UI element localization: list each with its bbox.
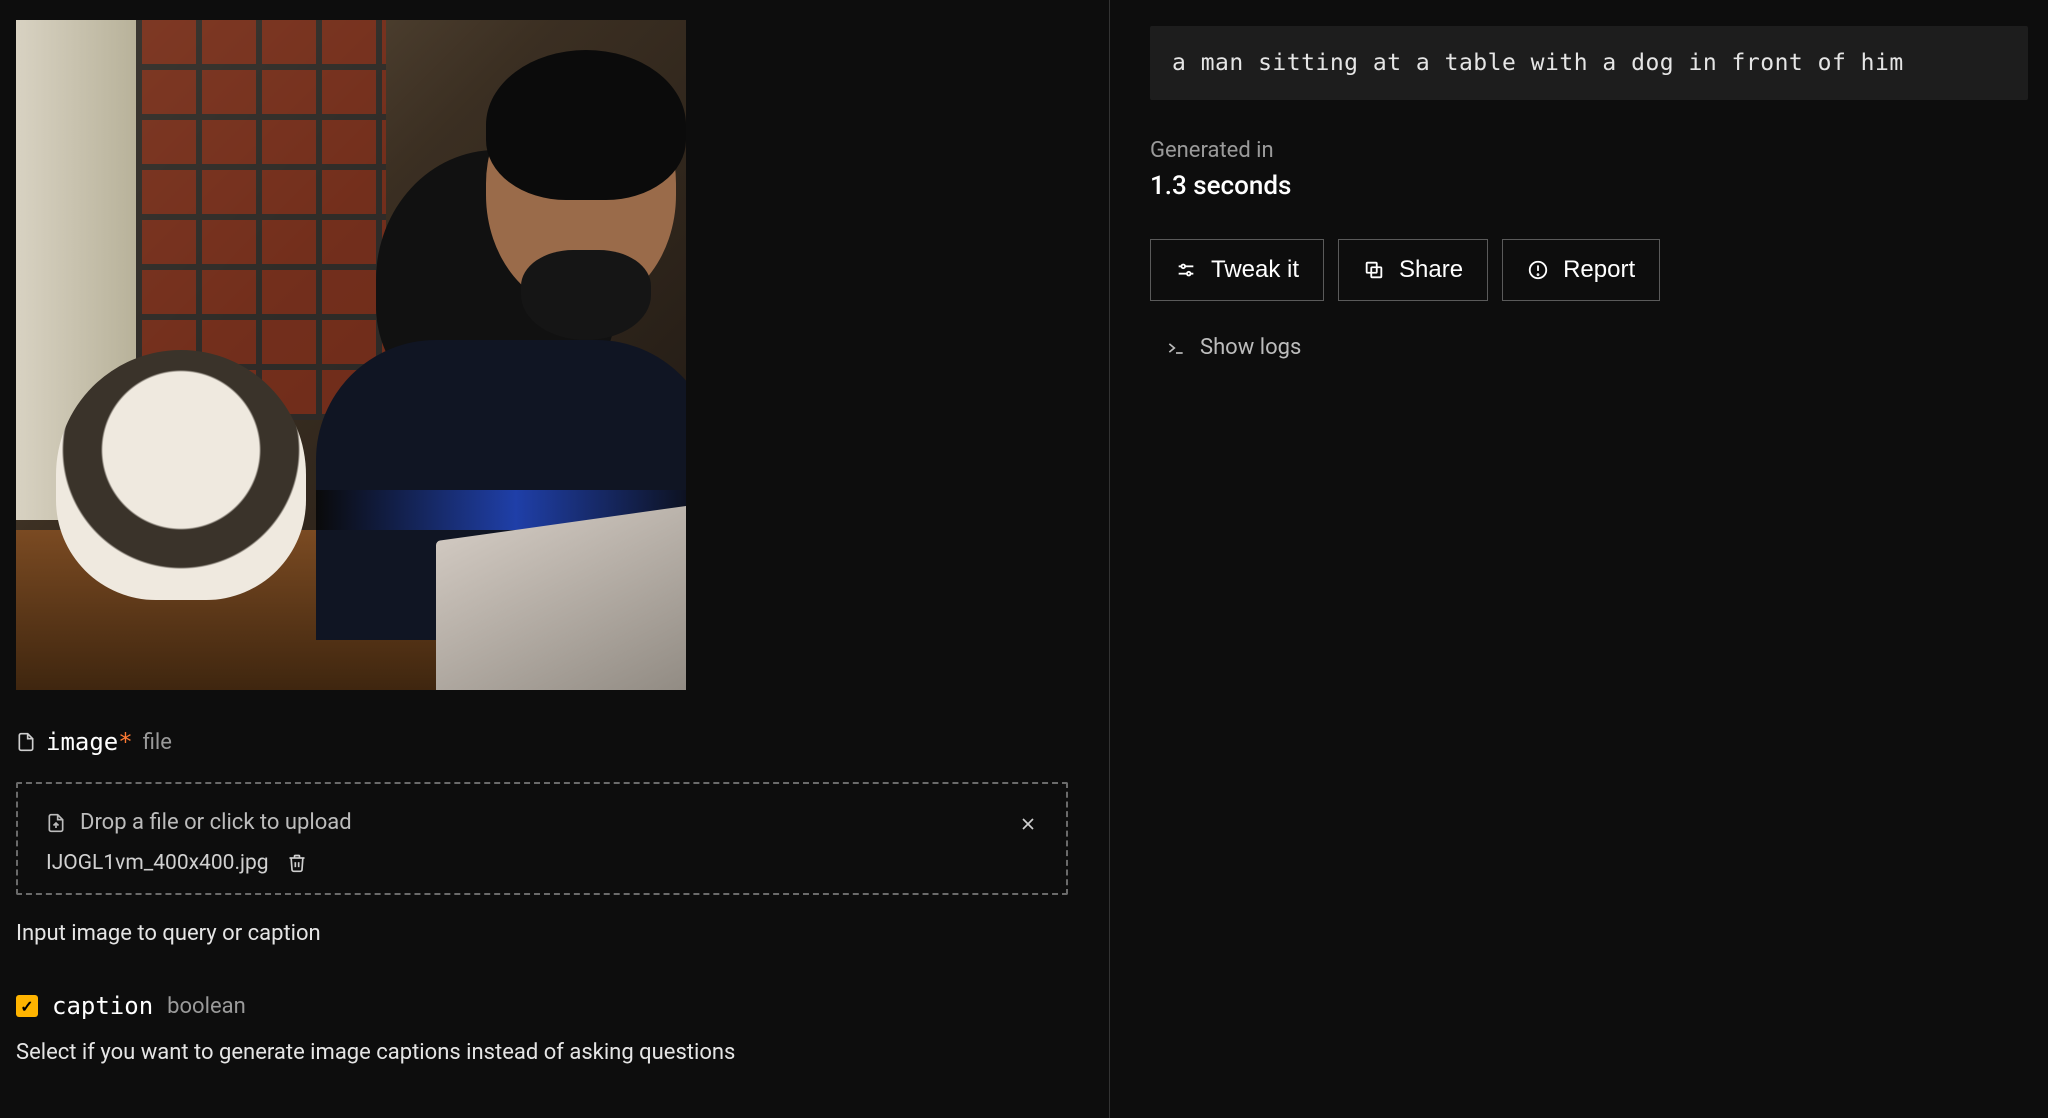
report-label: Report [1563,256,1635,284]
caption-helper-text: Select if you want to generate image cap… [16,1040,1093,1065]
image-field-header: image* file [16,728,1093,756]
upload-icon [46,813,66,833]
tweak-label: Tweak it [1211,256,1299,284]
input-panel: image* file Drop a file or click to uplo… [0,0,1110,1118]
dropzone-prompt-row: Drop a file or click to upload [46,810,1038,835]
uploaded-file-row: IJOGL1vm_400x400.jpg [46,851,1038,875]
caption-field-name: caption [52,992,153,1020]
field-name-text: image [46,728,118,756]
terminal-icon [1166,338,1186,358]
clear-file-button[interactable] [1018,814,1038,834]
image-dropzone[interactable]: Drop a file or click to upload IJOGL1vm_… [16,782,1068,895]
image-field-name: image* [46,728,133,756]
show-logs-label: Show logs [1200,335,1301,360]
trash-icon[interactable] [287,853,307,873]
caption-checkbox[interactable]: ✓ [16,995,38,1017]
uploaded-filename: IJOGL1vm_400x400.jpg [46,851,269,875]
report-button[interactable]: Report [1502,239,1660,301]
file-icon [16,732,36,752]
required-star: * [118,728,132,756]
alert-icon [1527,259,1549,281]
output-panel: a man sitting at a table with a dog in f… [1110,0,2048,1118]
image-helper-text: Input image to query or caption [16,921,1093,946]
caption-field-header: ✓ caption boolean [16,992,1093,1020]
share-label: Share [1399,256,1463,284]
output-actions: Tweak it Share Report [1150,239,2028,301]
input-image-preview [16,20,686,690]
sliders-icon [1175,259,1197,281]
copy-icon [1363,259,1385,281]
generated-in-label: Generated in [1150,138,2028,163]
share-button[interactable]: Share [1338,239,1488,301]
caption-field-type: boolean [167,994,246,1019]
show-logs-button[interactable]: Show logs [1166,335,2028,360]
output-caption-text: a man sitting at a table with a dog in f… [1150,26,2028,100]
generated-time: 1.3 seconds [1150,171,2028,201]
image-field-type: file [143,730,172,755]
tweak-button[interactable]: Tweak it [1150,239,1324,301]
dropzone-prompt: Drop a file or click to upload [80,810,352,835]
